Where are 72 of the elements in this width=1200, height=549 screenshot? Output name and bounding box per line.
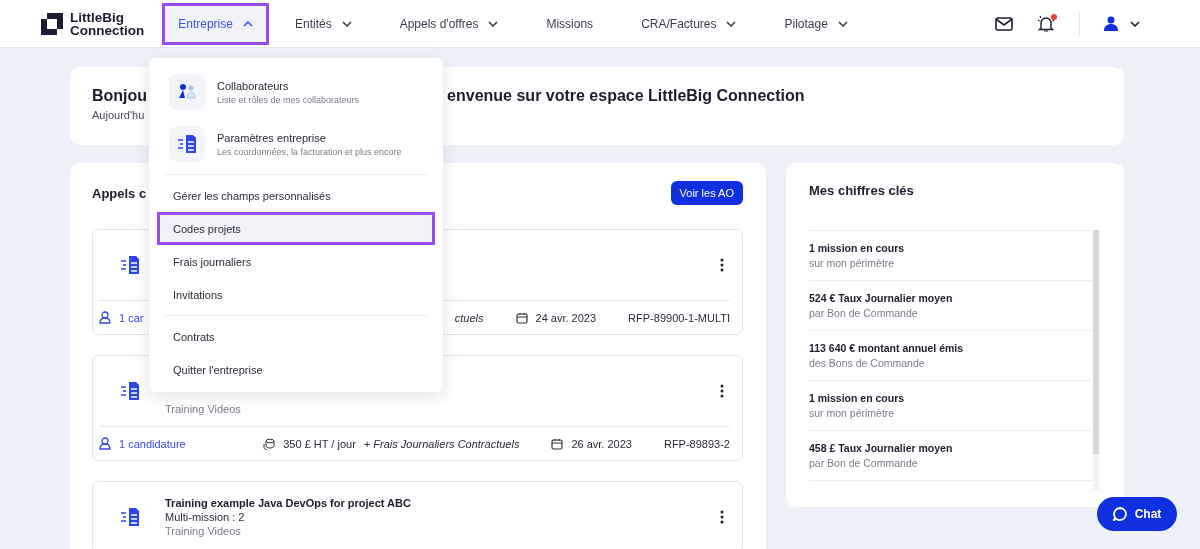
candidates-link[interactable]: 1 car [99,311,144,324]
tender-detail: Training Videos [165,525,242,537]
more-button[interactable] [718,508,726,526]
section-title: Appels c [92,185,147,201]
chat-icon [1112,507,1127,521]
menu-item[interactable]: Codes projets [157,212,435,245]
more-button[interactable] [718,382,726,400]
user-menu[interactable] [1104,16,1140,31]
nav-tab[interactable]: Pilotage [768,2,864,45]
mail-icon[interactable] [995,16,1013,31]
figure-caption: sur mon périmètre [809,407,896,419]
more-icon [720,384,724,398]
candidates-link[interactable]: 1 candidature [99,437,186,450]
more-icon [720,510,724,524]
tender-card[interactable]: Training example Java DevOps for project ABC Multi-mission : 2 Training Videos [92,481,743,549]
calendar-icon [551,437,564,450]
figure-caption: par Bon de Commande [809,457,919,469]
nav-tab[interactable]: Missions [530,2,610,45]
calendar-icon [515,311,528,324]
figure-value: 1 mission en cours [809,392,906,404]
chevron-down-icon [1130,20,1140,27]
view-tenders-button[interactable]: Voir les AO [670,181,743,205]
document-icon [119,380,141,402]
tender-detail: Training Videos [165,403,242,415]
tender-reference: RFP-89893-2 [663,437,730,450]
menu-item[interactable]: Gérer les champs personnalisés [157,179,435,212]
nav-tab[interactable]: Entreprise [162,2,269,45]
more-button[interactable] [718,256,726,274]
document-icon [119,506,141,528]
person-icon [99,311,111,324]
tender-date: 26 avr. 2023 [571,437,632,450]
nav-tab[interactable]: Appels d'offres [383,2,515,45]
figure-value: 1 mission en cours [809,242,906,254]
menu-item-title: Paramètres entreprise [217,131,327,144]
person-icon [99,437,111,450]
menu-item-title: Collaborateurs [217,79,290,92]
figure-value: 113 640 € montant annuel émis [809,342,965,354]
tender-title: Training example Java DevOps for project ABC [165,497,412,509]
menu-item-description: Liste et rôles de mes collaborateurs [217,94,360,105]
coins-icon [263,437,276,450]
greeting: Bonjou [92,87,148,105]
date-subtitle: Aujourd'hu [92,109,146,121]
nav-tab[interactable]: Entités [278,2,368,45]
rate-note: + Frais Journaliers Contractuels [363,437,520,450]
document-icon [176,133,198,155]
daily-rate: 350 £ HT / jour [283,437,356,450]
menu-item-description: Les coordonnées, la facturation et plus encore [217,146,402,157]
tender-date: 24 avr. 2023 [535,311,597,324]
menu-item[interactable]: Collaborateurs Liste et rôles de mes collaborateurs [157,66,435,118]
tender-reference: RFP-89900-1-MULTI [628,311,730,324]
menu-item[interactable]: Frais journaliers [157,245,435,278]
figure-value: 458 £ Taux Journalier moyen [809,442,954,454]
section-title: Mes chiffres clés [809,183,915,198]
more-icon [720,258,724,272]
menu-item[interactable]: Quitter l'entreprise [157,353,435,386]
menu-item[interactable]: Contrats [157,320,435,353]
document-icon [119,254,141,276]
logo-text: LittleBig Connection [70,10,145,37]
figure-caption: sur mon périmètre [809,257,896,269]
figure-value: 524 € Taux Journalier moyen [809,292,954,304]
greeting: envenue sur votre espace LittleBig Connection [447,87,805,105]
nav-tab[interactable]: CRA/Factures [625,2,753,45]
daily-rate: ctuels [454,311,484,324]
figure-caption: des Bons de Commande [809,357,926,369]
scrollbar[interactable] [1093,230,1099,490]
logo-icon [40,11,64,36]
menu-item[interactable]: Invitations [157,278,435,311]
chat-button[interactable]: Chat [1097,497,1177,531]
menu-item[interactable]: Paramètres entreprise Les coordonnées, la facturation et plus encore [157,118,435,170]
bell-icon[interactable] [1037,14,1055,33]
figure-caption: par Bon de Commande [809,307,919,319]
tender-detail: Multi-mission : 2 [165,511,246,523]
